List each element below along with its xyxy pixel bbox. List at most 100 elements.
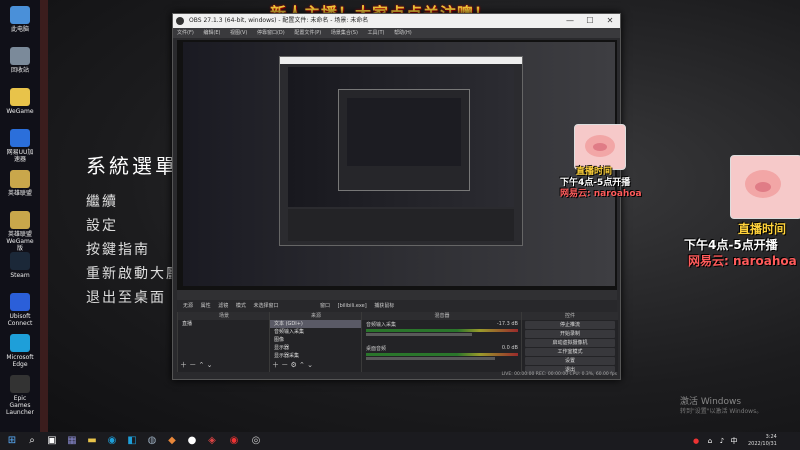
desktop-app-icon [10,334,30,352]
desktop-icon-label: Microsoft Edge [6,354,34,368]
network-icon[interactable]: ⌂ [704,435,716,447]
start-recording-button[interactable]: 开始录制 [525,330,615,338]
source-item[interactable]: 文本 (GDI+) [270,320,362,328]
studio-mode-button[interactable]: 工作室模式 [525,348,615,356]
settings-button[interactable]: 设置 [525,357,615,365]
menu-help[interactable]: 帮助(H) [394,30,412,36]
sources-panel: 来源 文本 (GDI+) 音频输入采集 图像 显示器 显示器采集 ＋ － ⚙ ⌃… [269,312,362,372]
volume-slider[interactable] [366,357,496,360]
move-up-icon[interactable]: ⌃ [198,361,204,369]
search-icon[interactable]: ⌕ [26,435,38,447]
desktop-icon-label: 回收站 [10,67,29,74]
minimize-icon[interactable]: — [560,14,580,28]
toolbar-capture-cursor[interactable]: 捕获鼠标 [374,303,394,309]
toolbar-filters[interactable]: 滤镜 [218,303,228,309]
file-explorer-icon[interactable]: ▬ [86,435,98,447]
desktop-icon[interactable]: Microsoft Edge [4,334,36,372]
obs-title-text: OBS 27.1.3 (64-bit, windows) - 配置文件: 未命名… [189,17,369,24]
stop-streaming-button[interactable]: 停止推流 [525,321,615,329]
source-item[interactable]: 音频输入采集 [270,328,362,336]
menu-profile[interactable]: 配置文件(P) [294,30,321,36]
nested-obs-preview [288,67,514,207]
move-down-icon[interactable]: ⌄ [207,361,213,369]
menu-tools[interactable]: 工具(T) [368,30,385,36]
move-up-icon[interactable]: ⌃ [299,361,305,369]
remove-scene-icon[interactable]: － [189,361,196,369]
game-icon[interactable]: ◎ [250,435,262,447]
desktop-icon-column: 此电脑回收站 WeGame 网易UU加速器英雄联盟英雄联盟WeGame版 Steam U… [0,0,40,432]
volume-icon[interactable]: ♪ [716,435,728,447]
obs-title-bar[interactable]: OBS 27.1.3 (64-bit, windows) - 配置文件: 未命名… [173,14,620,28]
tray-red-icon[interactable]: ● [690,435,702,447]
scene-buttons: ＋ － ⌃ ⌄ [180,360,212,370]
source-item[interactable]: 显示器采集 [270,352,362,360]
toolbar-window-select[interactable]: 未选择窗口 [253,303,278,309]
source-item[interactable]: 显示器 [270,344,362,352]
ime-indicator[interactable]: 中 [728,435,740,447]
steam-icon[interactable]: ◍ [146,435,158,447]
store-icon[interactable]: ◧ [126,435,138,447]
game-menu-continue[interactable]: 繼續 [86,191,182,215]
menu-edit[interactable]: 编辑(E) [203,30,220,36]
task-view-icon[interactable]: ▣ [46,435,58,447]
edge-icon[interactable]: ◉ [106,435,118,447]
game-menu-exit-desktop[interactable]: 退出至桌面 [86,287,182,311]
obs-taskbar-icon[interactable]: ● [186,435,198,447]
desktop-icon[interactable]: 英雄联盟WeGame版 [4,211,36,252]
pig-nose [755,182,771,192]
clock[interactable]: 3:24 2022/10/31 [748,434,777,448]
move-down-icon[interactable]: ⌄ [307,361,313,369]
pig-avatar [730,155,800,219]
desktop-icon[interactable]: 此电脑 [4,6,36,44]
menu-docks[interactable]: 停靠窗口(D) [257,30,285,36]
toolbar-mode[interactable]: 模式 [236,303,246,309]
menu-scene-collection[interactable]: 场景集合(S) [331,30,358,36]
controls-panel: 控件 停止推流 开始录制 启动虚拟摄像机 工作室模式 设置 退出 [521,312,618,374]
netease-music-icon[interactable]: ◉ [228,435,240,447]
desktop-icon[interactable]: 英雄联盟 [4,170,36,208]
desktop-app-icon [10,293,30,311]
volume-slider[interactable] [366,333,473,336]
desktop-icon[interactable]: WeGame [4,88,36,126]
desktop-icon[interactable]: Steam [4,252,36,290]
toolbar-properties[interactable]: 属性 [201,303,211,309]
preview-taskbar-strip [177,290,617,300]
desktop-app-icon [10,6,30,24]
desktop-icon[interactable]: 网易UU加速器 [4,129,36,167]
add-scene-icon[interactable]: ＋ [180,361,187,369]
volume-meter [366,353,518,356]
obs-menu-bar: 文件(F) 编辑(E) 视图(V) 停靠窗口(D) 配置文件(P) 场景集合(S… [173,28,620,38]
scene-item[interactable]: 直播 [178,320,270,328]
mixer-channel-db: -17.3 dB [496,321,518,327]
desktop-app-icon [10,375,30,393]
volume-meter [366,329,518,332]
game-menu-keyguide[interactable]: 按鍵指南 [86,239,182,263]
close-icon[interactable]: ✕ [600,14,620,28]
desktop-icon[interactable]: Epic Games Launcher [4,375,36,416]
menu-view[interactable]: 视图(V) [230,30,247,36]
remove-source-icon[interactable]: － [281,361,288,369]
desktop-icon[interactable]: Ubisoft Connect [4,293,36,331]
game-system-menu: 系統選單 繼續 設定 按鍵指南 重新啟動大廳 退出至桌面 [86,150,182,311]
game-menu-settings[interactable]: 設定 [86,215,182,239]
add-source-icon[interactable]: ＋ [272,361,279,369]
toolbar-window-value[interactable]: [bilibili.exe] [338,303,367,309]
app-orange-icon[interactable]: ◆ [166,435,178,447]
desktop-icon-label: Steam [10,272,30,279]
app-red-icon[interactable]: ◈ [206,435,218,447]
virtual-camera-button[interactable]: 启动虚拟摄像机 [525,339,615,347]
widgets-icon[interactable]: ▦ [66,435,78,447]
obs-window[interactable]: OBS 27.1.3 (64-bit, windows) - 配置文件: 未命名… [172,13,621,380]
obs-preview[interactable] [177,40,617,290]
controls-header: 控件 [522,312,618,320]
source-settings-icon[interactable]: ⚙ [290,361,296,369]
windows-start-icon[interactable]: ⊞ [6,435,18,447]
game-menu-restart-lobby[interactable]: 重新啟動大廳 [86,263,182,287]
desktop-icon-label: 英雄联盟 [7,190,32,197]
menu-file[interactable]: 文件(F) [177,30,194,36]
desktop-icon[interactable]: 回收站 [4,47,36,85]
source-item[interactable]: 图像 [270,336,362,344]
pig-nose [593,143,607,151]
nested-obs-title [280,57,522,64]
maximize-icon[interactable]: ☐ [580,14,600,28]
